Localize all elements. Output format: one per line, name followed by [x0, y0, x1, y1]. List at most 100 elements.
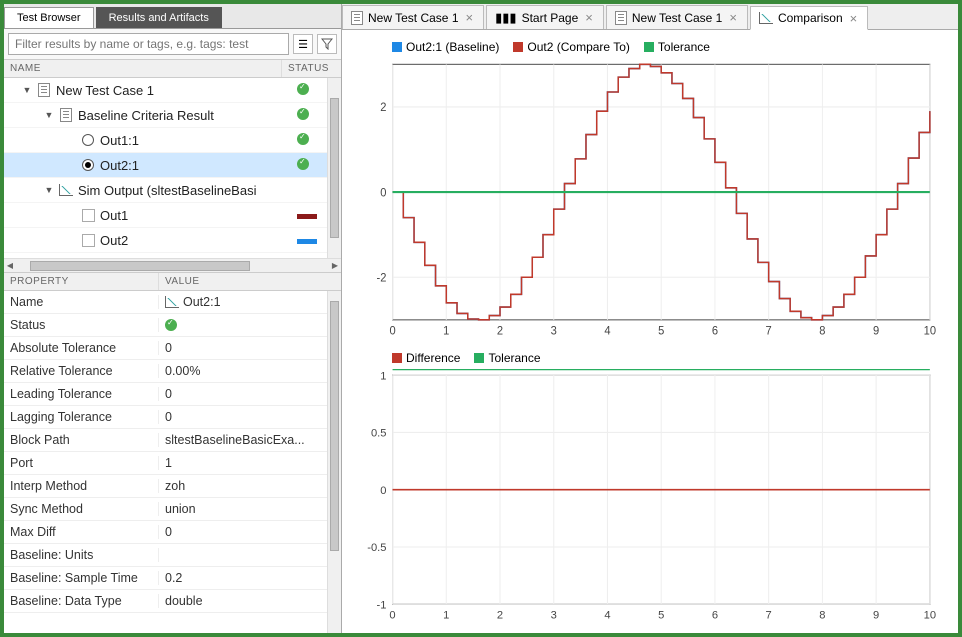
property-row: Status	[4, 314, 341, 337]
svg-text:0: 0	[380, 187, 386, 199]
editor-tab[interactable]: Comparison ×	[750, 6, 868, 30]
editor-tab[interactable]: New Test Case 1×	[342, 5, 484, 29]
editor-tab[interactable]: ▮▮▮ Start Page ×	[486, 5, 604, 29]
tree-row[interactable]: ▼Baseline Criteria Result	[4, 103, 341, 128]
svg-text:3: 3	[551, 325, 557, 337]
series-color-swatch	[297, 239, 317, 244]
document-icon	[351, 11, 363, 25]
property-value: union	[159, 502, 341, 516]
tree-row[interactable]: Out2:1	[4, 153, 341, 178]
expand-arrow-icon[interactable]: ▼	[44, 110, 54, 120]
property-table[interactable]: NameOut2:1StatusAbsolute Tolerance0Relat…	[4, 291, 341, 633]
chart2-legend: Difference Tolerance	[392, 351, 940, 365]
close-icon[interactable]: ×	[848, 11, 860, 26]
property-row: Absolute Tolerance0	[4, 337, 341, 360]
tree-row[interactable]: Out1:1	[4, 128, 341, 153]
chart2[interactable]: 012345678910-1-0.500.51	[352, 369, 940, 627]
left-tabs: Test Browser Results and Artifacts	[4, 4, 341, 29]
status-ok-icon	[297, 83, 309, 95]
tab-results-artifacts[interactable]: Results and Artifacts	[96, 7, 222, 28]
tree-hscroll[interactable]: ◀▶	[4, 258, 341, 272]
right-panel: New Test Case 1×▮▮▮Start Page×New Test C…	[342, 4, 958, 633]
property-key: Sync Method	[4, 502, 159, 516]
filter-input[interactable]	[8, 33, 289, 55]
books-icon: ▮▮▮	[495, 10, 516, 26]
legend-label: Tolerance	[488, 351, 540, 365]
property-row: Relative Tolerance0.00%	[4, 360, 341, 383]
property-row: Sync Methodunion	[4, 498, 341, 521]
property-row: NameOut2:1	[4, 291, 341, 314]
property-row: Block PathsltestBaselineBasicExa...	[4, 429, 341, 452]
radio-icon[interactable]	[80, 132, 96, 148]
svg-text:1: 1	[380, 370, 386, 382]
property-key: Port	[4, 456, 159, 470]
tree-row[interactable]: ▼New Test Case 1	[4, 78, 341, 103]
svg-text:-1: -1	[377, 599, 387, 611]
legend-label: Difference	[406, 351, 460, 365]
editor-tab-label: Comparison	[778, 11, 843, 25]
editor-tab-label: Start Page	[522, 11, 579, 25]
tree-row[interactable]: ▼Sim Output (sltestBaselineBasi	[4, 178, 341, 203]
property-key: Baseline: Data Type	[4, 594, 159, 608]
svg-text:2: 2	[497, 610, 503, 622]
list-view-icon[interactable]: ☰	[293, 34, 313, 54]
filter-row: ☰	[4, 29, 341, 59]
tree-header-name: NAME	[4, 60, 281, 77]
property-row: Baseline: Units	[4, 544, 341, 567]
property-row: Max Diff0	[4, 521, 341, 544]
svg-text:2: 2	[380, 102, 386, 114]
property-row: Port1	[4, 452, 341, 475]
chart1[interactable]: 012345678910-202	[352, 58, 940, 343]
tree-row-label: Out1	[100, 208, 291, 223]
chart1-legend: Out2:1 (Baseline)Out2 (Compare To)Tolera…	[392, 40, 940, 54]
property-value: 0	[159, 410, 341, 424]
legend-item: Out2:1 (Baseline)	[392, 40, 499, 54]
checkbox-icon[interactable]	[80, 232, 96, 248]
tree-row[interactable]: Out1	[4, 203, 341, 228]
document-icon	[58, 107, 74, 123]
expand-arrow-icon[interactable]: ▼	[44, 185, 54, 195]
filter-icon[interactable]	[317, 34, 337, 54]
property-header-value: VALUE	[159, 273, 341, 290]
document-icon	[615, 11, 627, 25]
radio-icon[interactable]	[80, 157, 96, 173]
results-tree[interactable]: ▼New Test Case 1▼Baseline Criteria Resul…	[4, 78, 341, 258]
property-key: Leading Tolerance	[4, 387, 159, 401]
editor-tab-label: New Test Case 1	[632, 11, 723, 25]
close-icon[interactable]: ×	[583, 10, 595, 25]
svg-text:10: 10	[924, 325, 936, 337]
svg-text:0: 0	[380, 485, 386, 497]
property-header: PROPERTY VALUE	[4, 272, 341, 291]
status-ok-icon	[297, 133, 309, 145]
property-key: Name	[4, 295, 159, 309]
svg-text:-2: -2	[377, 272, 387, 284]
svg-text:9: 9	[873, 325, 879, 337]
svg-text:0.5: 0.5	[371, 428, 387, 440]
property-key: Baseline: Sample Time	[4, 571, 159, 585]
legend-swatch	[513, 42, 523, 52]
property-header-key: PROPERTY	[4, 273, 159, 290]
expand-arrow-icon[interactable]: ▼	[22, 85, 32, 95]
property-value: 0	[159, 525, 341, 539]
property-value: 0.00%	[159, 364, 341, 378]
svg-text:-0.5: -0.5	[367, 542, 386, 554]
close-icon[interactable]: ×	[727, 10, 739, 25]
property-scrollbar[interactable]	[327, 291, 341, 633]
editor-tab[interactable]: New Test Case 1 ×	[606, 5, 748, 29]
legend-label: Tolerance	[658, 40, 710, 54]
property-value: Out2:1	[159, 295, 341, 309]
editor-tabs: New Test Case 1×▮▮▮Start Page×New Test C…	[342, 4, 958, 30]
legend-item: Tolerance	[474, 351, 540, 365]
svg-text:2: 2	[497, 325, 503, 337]
tab-test-browser[interactable]: Test Browser	[4, 7, 94, 28]
close-icon[interactable]: ×	[464, 10, 476, 25]
property-key: Status	[4, 318, 159, 332]
tree-row[interactable]: Out2	[4, 228, 341, 253]
chart-icon	[759, 12, 773, 24]
property-value: sltestBaselineBasicExa...	[159, 433, 341, 447]
property-value: 1	[159, 456, 341, 470]
property-key: Interp Method	[4, 479, 159, 493]
tree-scrollbar[interactable]	[327, 78, 341, 258]
property-row: Baseline: Data Typedouble	[4, 590, 341, 613]
checkbox-icon[interactable]	[80, 207, 96, 223]
